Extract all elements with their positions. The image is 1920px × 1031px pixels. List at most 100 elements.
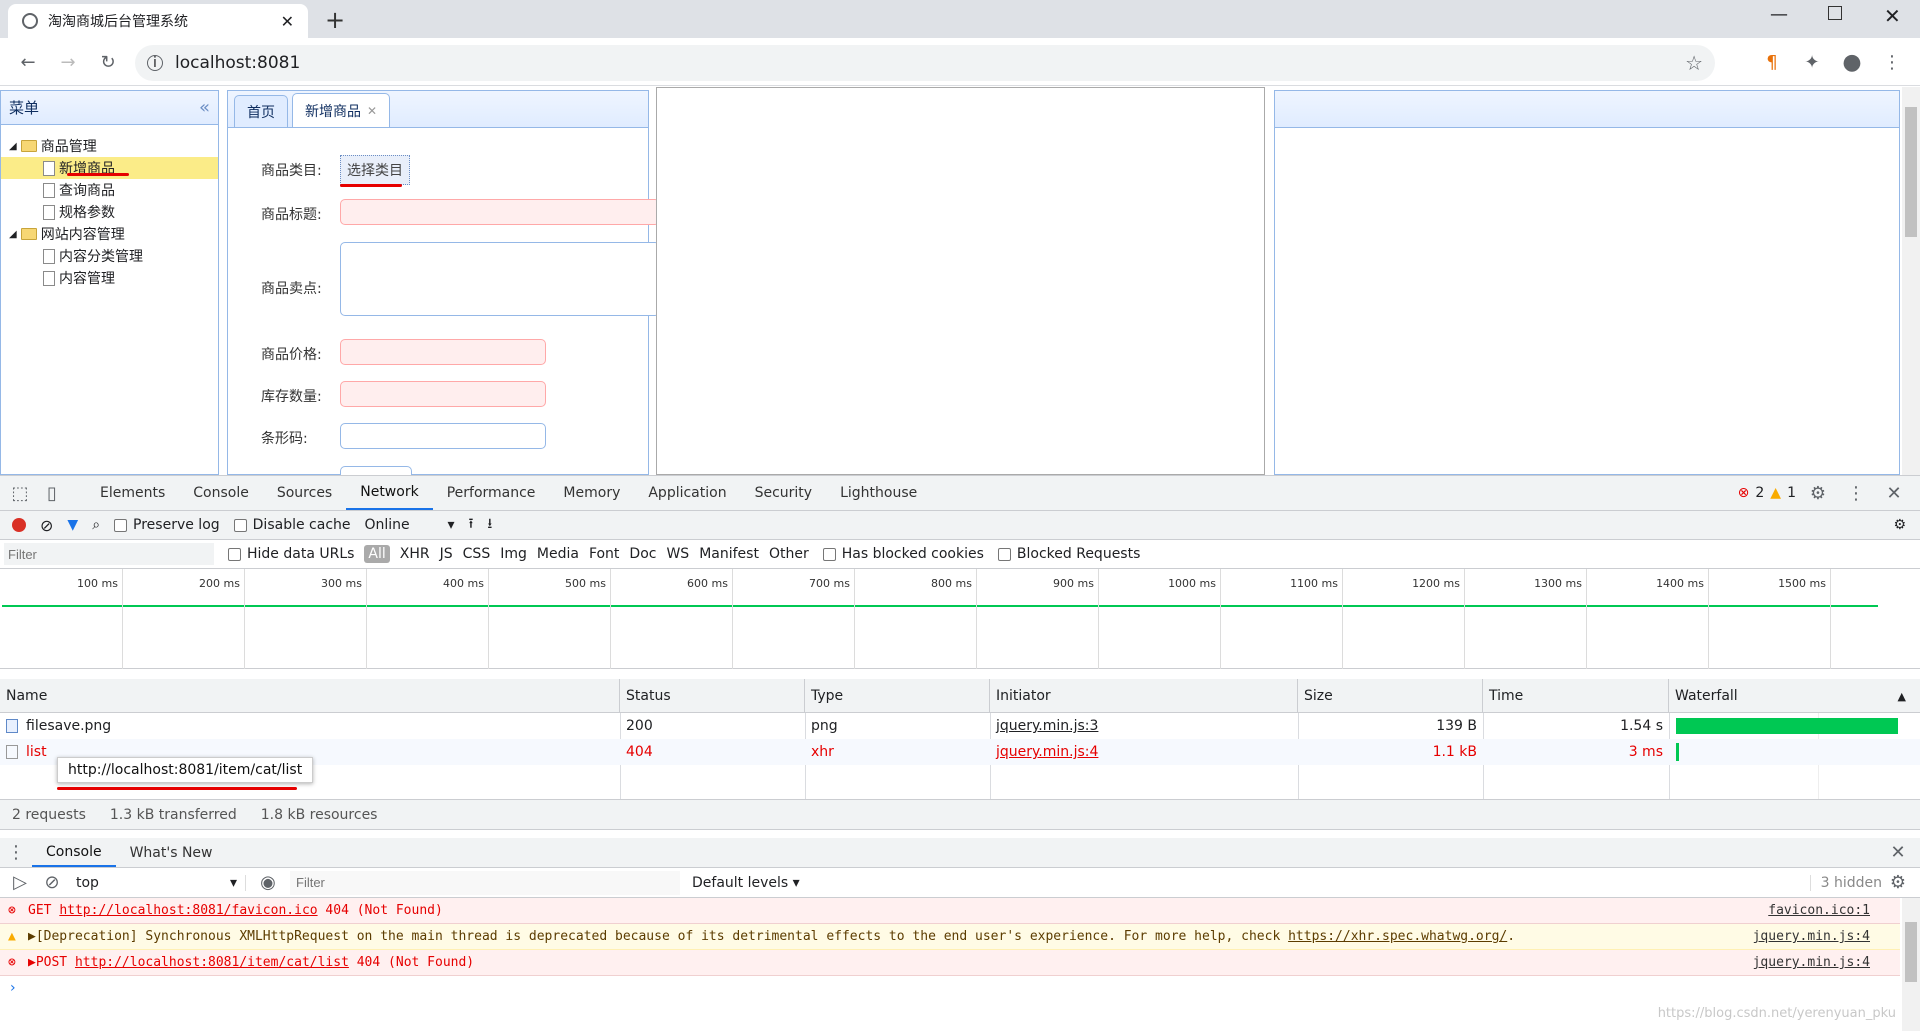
tree-node-content-category[interactable]: 内容分类管理 xyxy=(9,245,218,267)
minimize-button[interactable]: — xyxy=(1770,4,1788,25)
export-har-icon[interactable]: ⭳ xyxy=(487,513,492,537)
column-initiator[interactable]: Initiator xyxy=(990,679,1298,713)
search-icon[interactable]: ⌕ xyxy=(92,517,100,533)
collapse-icon[interactable]: « xyxy=(199,97,210,118)
select-category-button[interactable]: 选择类目 xyxy=(340,155,410,185)
barcode-input[interactable] xyxy=(340,423,546,449)
request-initiator-link[interactable]: jquery.min.js:3 xyxy=(990,713,1104,739)
blocked-cookies-checkbox[interactable]: Has blocked cookies xyxy=(822,546,984,562)
column-name[interactable]: Name xyxy=(0,679,620,713)
console-prompt-icon[interactable]: › xyxy=(10,980,16,996)
page-scrollbar[interactable] xyxy=(1902,87,1920,475)
tab-elements[interactable]: Elements xyxy=(86,476,179,510)
warning-count[interactable]: 1 xyxy=(1787,485,1796,501)
tab-application[interactable]: Application xyxy=(634,476,740,510)
message-source-link[interactable]: favicon.ico:1 xyxy=(1768,903,1870,918)
new-tab-button[interactable]: + xyxy=(325,6,345,34)
filter-input[interactable] xyxy=(4,543,214,565)
close-window-button[interactable]: ✕ xyxy=(1884,4,1901,28)
blocked-requests-checkbox[interactable]: Blocked Requests xyxy=(997,546,1140,562)
console-filter-input[interactable] xyxy=(290,870,680,895)
clear-console-icon[interactable]: ⊘ xyxy=(36,867,68,899)
message-source-link[interactable]: jquery.min.js:4 xyxy=(1753,929,1870,944)
tab-memory[interactable]: Memory xyxy=(549,476,634,510)
type-media[interactable]: Media xyxy=(537,546,579,562)
close-drawer-icon[interactable]: ✕ xyxy=(1882,837,1914,869)
type-img[interactable]: Img xyxy=(500,546,527,562)
tab-add-item[interactable]: 新增商品 ✕ xyxy=(292,93,391,127)
tab-performance[interactable]: Performance xyxy=(433,476,550,510)
drawer-menu-icon[interactable]: ⋮ xyxy=(0,837,32,869)
reload-icon[interactable]: ↻ xyxy=(92,46,124,78)
close-icon[interactable]: ✕ xyxy=(367,104,377,118)
tree-node-spec-param[interactable]: 规格参数 xyxy=(9,201,218,223)
message-link[interactable]: http://localhost:8081/favicon.ico xyxy=(59,903,317,918)
type-ws[interactable]: WS xyxy=(666,546,689,562)
network-settings-icon[interactable]: ⚙ xyxy=(1893,517,1906,533)
preserve-log-checkbox[interactable]: Preserve log xyxy=(114,517,220,533)
drawer-tab-whats-new[interactable]: What's New xyxy=(116,838,227,867)
more-menu-icon[interactable]: ⋮ xyxy=(1840,477,1872,509)
extensions-puzzle-icon[interactable]: ✦ xyxy=(1796,46,1828,78)
close-tab-icon[interactable]: ✕ xyxy=(281,12,294,31)
context-select[interactable]: top ▾ xyxy=(76,874,246,891)
extension-paragraph-icon[interactable]: ¶ xyxy=(1756,46,1788,78)
settings-gear-icon[interactable]: ⚙ xyxy=(1802,477,1834,509)
log-levels-select[interactable]: Default levels ▾ xyxy=(692,875,800,891)
tree-node-query-item[interactable]: 查询商品 xyxy=(9,179,218,201)
message-link[interactable]: http://localhost:8081/item/cat/list xyxy=(75,955,349,970)
table-row[interactable]: filesave.png 200 png jquery.min.js:3 139… xyxy=(0,713,1920,739)
type-all[interactable]: All xyxy=(364,545,390,563)
address-bar[interactable]: i localhost:8081 ☆ xyxy=(135,45,1715,81)
live-expression-eye-icon[interactable]: ◉ xyxy=(252,867,284,899)
import-har-icon[interactable]: ⭱ xyxy=(469,513,474,537)
error-count[interactable]: 2 xyxy=(1755,485,1764,501)
device-toolbar-icon[interactable]: ▯ xyxy=(36,477,68,509)
browser-tab[interactable]: 淘淘商城后台管理系统 ✕ xyxy=(8,4,308,38)
profile-avatar-icon[interactable]: ● xyxy=(1836,46,1868,78)
type-js[interactable]: JS xyxy=(440,546,453,562)
tab-lighthouse[interactable]: Lighthouse xyxy=(826,476,931,510)
type-manifest[interactable]: Manifest xyxy=(699,546,759,562)
column-time[interactable]: Time xyxy=(1483,679,1669,713)
type-other[interactable]: Other xyxy=(769,546,809,562)
type-xhr[interactable]: XHR xyxy=(400,546,430,562)
tab-network[interactable]: Network xyxy=(346,476,433,510)
stock-input[interactable] xyxy=(340,381,546,407)
back-arrow-icon[interactable]: ← xyxy=(12,46,44,78)
disable-cache-checkbox[interactable]: Disable cache xyxy=(233,517,351,533)
hide-data-urls-checkbox[interactable]: Hide data URLs xyxy=(228,546,354,562)
type-css[interactable]: CSS xyxy=(463,546,491,562)
request-initiator-link[interactable]: jquery.min.js:4 xyxy=(990,739,1104,765)
clear-icon[interactable]: ⊘ xyxy=(40,516,53,535)
filter-funnel-icon[interactable]: ▼ xyxy=(67,517,78,533)
console-scrollbar[interactable] xyxy=(1902,898,1920,1031)
drawer-tab-console[interactable]: Console xyxy=(32,838,116,867)
record-icon[interactable] xyxy=(12,518,26,532)
column-status[interactable]: Status xyxy=(620,679,805,713)
close-devtools-icon[interactable]: ✕ xyxy=(1878,477,1910,509)
message-source-link[interactable]: jquery.min.js:4 xyxy=(1753,955,1870,970)
tab-sources[interactable]: Sources xyxy=(263,476,346,510)
title-input[interactable] xyxy=(340,199,660,225)
tab-console[interactable]: Console xyxy=(179,476,263,510)
column-waterfall[interactable]: Waterfall ▲ xyxy=(1669,679,1920,713)
tab-home[interactable]: 首页 xyxy=(234,95,288,127)
inspect-element-icon[interactable]: ⬚ xyxy=(4,477,36,509)
message-link[interactable]: https://xhr.spec.whatwg.org/ xyxy=(1288,929,1507,944)
column-type[interactable]: Type xyxy=(805,679,990,713)
type-font[interactable]: Font xyxy=(589,546,619,562)
type-doc[interactable]: Doc xyxy=(629,546,656,562)
scrollbar-thumb[interactable] xyxy=(1905,107,1917,237)
maximize-button[interactable] xyxy=(1828,6,1842,20)
tree-node-item-mgmt[interactable]: ◢ 商品管理 xyxy=(9,135,218,157)
url-text[interactable]: localhost:8081 xyxy=(175,53,1673,73)
throttle-select[interactable]: Online ▾ xyxy=(365,517,455,533)
tree-node-content[interactable]: 内容管理 xyxy=(9,267,218,289)
selling-point-textarea[interactable] xyxy=(340,242,660,316)
bookmark-star-icon[interactable]: ☆ xyxy=(1685,51,1703,75)
console-settings-icon[interactable]: ⚙ xyxy=(1882,867,1914,899)
sidebar-toggle-icon[interactable]: ▷ xyxy=(4,867,36,899)
tab-security[interactable]: Security xyxy=(741,476,827,510)
timeline-overview[interactable]: 100 ms 200 ms 300 ms 400 ms 500 ms 600 ms 700 … xyxy=(0,569,1920,669)
